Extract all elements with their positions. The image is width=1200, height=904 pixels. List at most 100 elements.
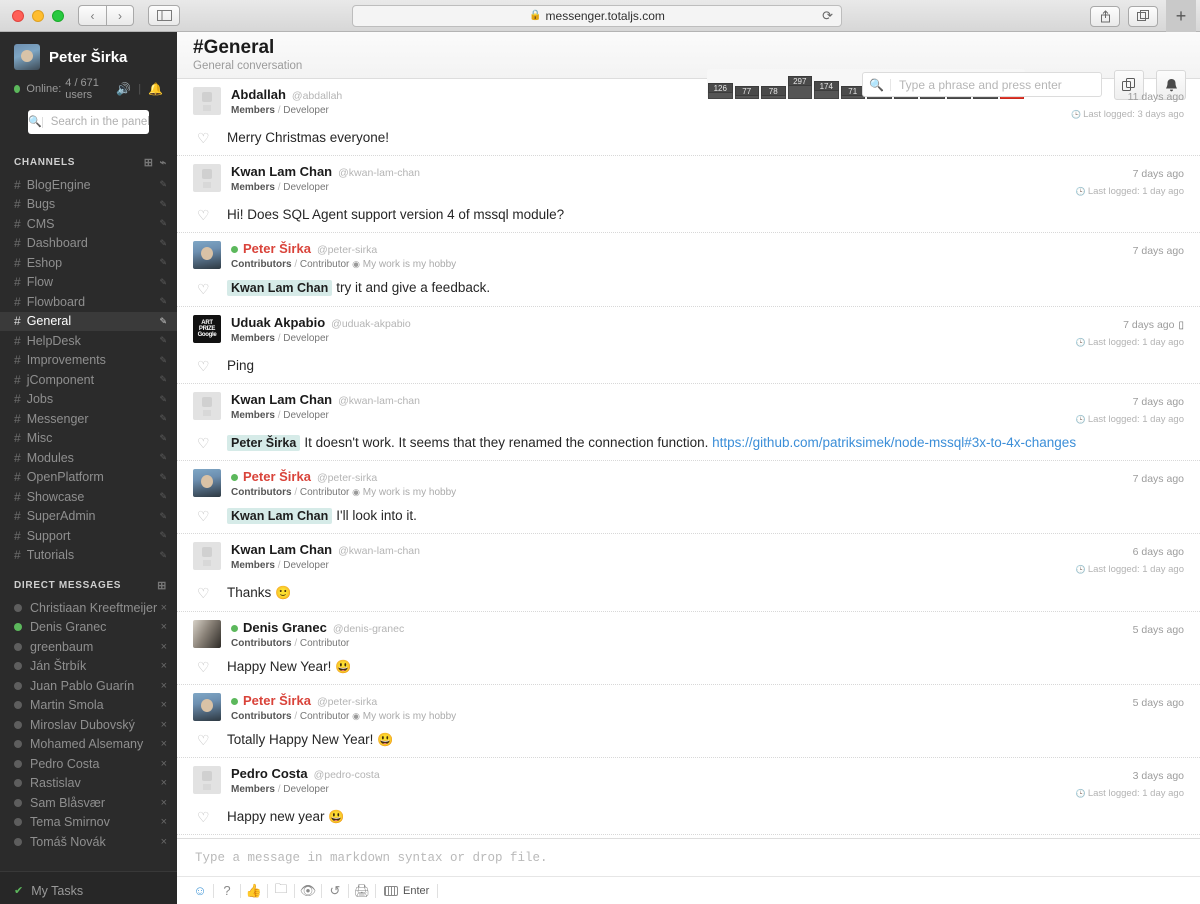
heart-icon[interactable]: ♡ — [197, 208, 221, 222]
pencil-icon[interactable]: ✎ — [159, 199, 167, 210]
heart-icon[interactable]: ♡ — [197, 733, 221, 747]
sidebar-bottom-item-my-tasks[interactable]: ✔ My Tasks — [0, 881, 177, 900]
dm-item-pedro-costa[interactable]: Pedro Costa × — [0, 754, 177, 774]
sidebar-item-improvements[interactable]: # Improvements ✎ — [0, 351, 177, 371]
history-icon[interactable]: ↺ — [322, 881, 348, 901]
sidebar-item-bugs[interactable]: # Bugs ✎ — [0, 195, 177, 215]
close-icon[interactable]: × — [161, 816, 167, 828]
pencil-icon[interactable]: ✎ — [159, 472, 167, 483]
mention-chip[interactable]: Kwan Lam Chan — [227, 280, 333, 297]
folder-icon[interactable]: 🗀 — [268, 881, 294, 901]
help-icon[interactable]: ? — [214, 881, 240, 901]
pencil-icon[interactable]: ✎ — [159, 257, 167, 268]
dm-item-tema-smirnov[interactable]: Tema Smirnov × — [0, 813, 177, 833]
sidebar-item-tutorials[interactable]: # Tutorials ✎ — [0, 546, 177, 566]
composer-input-row[interactable] — [177, 839, 1200, 877]
author-name[interactable]: Uduak Akpabio — [231, 315, 325, 330]
minimize-window-button[interactable] — [32, 9, 44, 22]
send-enter-button[interactable]: Enter — [376, 885, 437, 897]
close-icon[interactable]: × — [161, 699, 167, 711]
message-item[interactable]: ART PRIZE Google Uduak Akpabio @uduak-akpab… — [177, 307, 1200, 384]
sidebar-item-general[interactable]: # General ✎ — [0, 311, 177, 331]
sidebar-item-dashboard[interactable]: # Dashboard ✎ — [0, 234, 177, 254]
close-icon[interactable]: × — [161, 719, 167, 731]
new-tab-button[interactable]: + — [1166, 0, 1196, 32]
sidebar-item-modules[interactable]: # Modules ✎ — [0, 448, 177, 468]
message-item[interactable]: Abdallah @abdallah Members / Developer 11 d… — [177, 79, 1200, 157]
print-icon[interactable]: 🖨 — [349, 881, 375, 901]
window-traffic-lights[interactable] — [0, 9, 64, 22]
pencil-icon[interactable]: ✎ — [159, 491, 167, 502]
dm-item-martin-smola[interactable]: Martin Smola × — [0, 696, 177, 716]
heart-icon[interactable]: ♡ — [197, 810, 221, 824]
message-input[interactable] — [195, 850, 1182, 865]
sidebar-item-superadmin[interactable]: # SuperAdmin ✎ — [0, 507, 177, 527]
dm-item-sam-blåsvær[interactable]: Sam Blåsvær × — [0, 793, 177, 813]
close-icon[interactable]: × — [161, 602, 167, 614]
message-item[interactable]: Denis Granec @denis-granec Contributors / … — [177, 612, 1200, 685]
mention-chip[interactable]: Peter Širka — [227, 434, 301, 451]
nav-buttons[interactable]: ‹ › — [78, 5, 134, 26]
author-name[interactable]: Kwan Lam Chan — [231, 542, 332, 557]
bell-icon[interactable]: 🔔 — [148, 82, 163, 96]
heart-icon[interactable]: ♡ — [197, 282, 221, 296]
close-icon[interactable]: × — [161, 680, 167, 692]
search-input[interactable] — [42, 116, 153, 128]
dm-item-ján-štrbík[interactable]: Ján Štrbík × — [0, 657, 177, 677]
sidebar-item-eshop[interactable]: # Eshop ✎ — [0, 253, 177, 273]
sidebar-item-jcomponent[interactable]: # jComponent ✎ — [0, 370, 177, 390]
sidebar-item-showcase[interactable]: # Showcase ✎ — [0, 487, 177, 507]
sidebar-item-misc[interactable]: # Misc ✎ — [0, 429, 177, 449]
address-bar[interactable]: 🔒 messenger.totaljs.com ⟳ — [352, 4, 842, 27]
dm-item-christiaan-kreeftmeijer[interactable]: Christiaan Kreeftmeijer × — [0, 598, 177, 618]
sidebar-item-openplatform[interactable]: # OpenPlatform ✎ — [0, 468, 177, 488]
sidebar-item-helpdesk[interactable]: # HelpDesk ✎ — [0, 331, 177, 351]
close-icon[interactable]: × — [161, 641, 167, 653]
heart-icon[interactable]: ♡ — [197, 359, 221, 373]
author-name[interactable]: Peter Širka — [243, 241, 311, 256]
message-item[interactable]: Peter Širka @peter-sirka Contributors / Co… — [177, 461, 1200, 535]
author-name[interactable]: Kwan Lam Chan — [231, 164, 332, 179]
pencil-icon[interactable]: ✎ — [159, 316, 167, 327]
sidebar-toggle-icon[interactable] — [148, 5, 180, 26]
sidebar-item-support[interactable]: # Support ✎ — [0, 526, 177, 546]
message-list[interactable]: Abdallah @abdallah Members / Developer 11 d… — [177, 79, 1200, 838]
dm-item-mohamed-alsemany[interactable]: Mohamed Alsemany × — [0, 735, 177, 755]
close-icon[interactable]: × — [161, 738, 167, 750]
pencil-icon[interactable]: ✎ — [159, 218, 167, 229]
message-item[interactable]: Kwan Lam Chan @kwan-lam-chan Members / Dev… — [177, 384, 1200, 462]
forward-icon[interactable]: › — [106, 5, 134, 26]
message-item[interactable]: Pedro Costa @pedro-costa Members / Develop… — [177, 758, 1200, 836]
pencil-icon[interactable]: ✎ — [159, 374, 167, 385]
reload-icon[interactable]: ⟳ — [822, 8, 833, 24]
message-item[interactable]: Kwan Lam Chan @kwan-lam-chan Members / Dev… — [177, 534, 1200, 612]
pencil-icon[interactable]: ✎ — [159, 355, 167, 366]
close-icon[interactable]: × — [161, 797, 167, 809]
heart-icon[interactable]: ♡ — [197, 131, 221, 145]
message-item[interactable]: Peter Širka @peter-sirka Contributors / Co… — [177, 233, 1200, 307]
close-icon[interactable]: × — [161, 836, 167, 848]
sidebar-item-jobs[interactable]: # Jobs ✎ — [0, 390, 177, 410]
sidebar-bottom-item-favorites[interactable]: ★Favorites — [0, 900, 177, 904]
speaker-icon[interactable]: 🔊 — [116, 82, 131, 96]
author-name[interactable]: Abdallah — [231, 87, 286, 102]
panel-search[interactable]: 🔍 — [28, 110, 153, 134]
pencil-icon[interactable]: ✎ — [159, 433, 167, 444]
dm-item-miroslav-dubovský[interactable]: Miroslav Dubovský × — [0, 715, 177, 735]
back-icon[interactable]: ‹ — [78, 5, 106, 26]
author-name[interactable]: Pedro Costa — [231, 766, 308, 781]
message-item[interactable]: Kwan Lam Chan @kwan-lam-chan Members / Dev… — [177, 156, 1200, 234]
pencil-icon[interactable]: ✎ — [159, 413, 167, 424]
pencil-icon[interactable]: ✎ — [159, 530, 167, 541]
author-name[interactable]: Kwan Lam Chan — [231, 392, 332, 407]
message-link[interactable]: https://github.com/patriksimek/node-mssq… — [712, 435, 1076, 450]
heart-icon[interactable]: ♡ — [197, 509, 221, 523]
close-window-button[interactable] — [12, 9, 24, 22]
pencil-icon[interactable]: ✎ — [159, 511, 167, 522]
dm-item-tomáš-novák[interactable]: Tomáš Novák × — [0, 832, 177, 852]
sidebar-item-flow[interactable]: # Flow ✎ — [0, 273, 177, 293]
add-channel-icon[interactable]: ⊞ — [144, 156, 154, 169]
pencil-icon[interactable]: ✎ — [159, 277, 167, 288]
dm-item-rastislav[interactable]: Rastislav × — [0, 774, 177, 794]
user-row[interactable]: Peter Širka — [14, 44, 163, 70]
